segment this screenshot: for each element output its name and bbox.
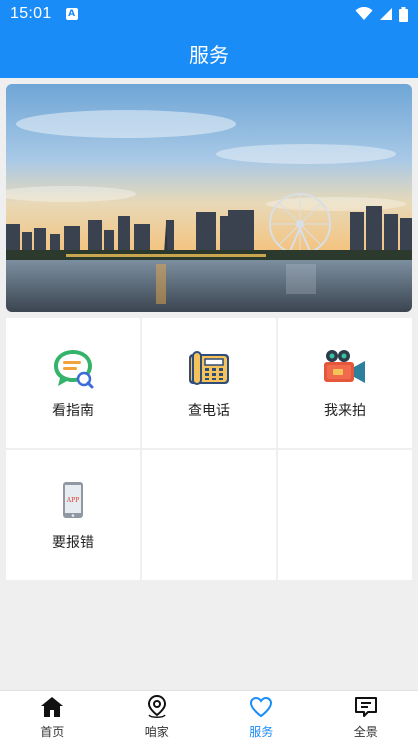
service-report[interactable]: APP 要报错 — [6, 450, 140, 580]
empty-cell — [278, 450, 412, 580]
heart-icon — [248, 695, 274, 719]
notification-icon: A — [65, 8, 78, 20]
tab-home-label: 首页 — [40, 724, 65, 739]
battery-icon — [399, 6, 408, 22]
video-camera-icon — [323, 346, 367, 390]
wifi-icon — [355, 7, 373, 20]
service-guide-label: 看指南 — [52, 403, 94, 419]
home-icon — [39, 695, 65, 719]
tab-home-town-label: 咱家 — [144, 724, 169, 739]
tab-home[interactable]: 首页 — [0, 691, 105, 743]
bottom-tab-bar: 首页 咱家 服务 全景 — [0, 690, 418, 743]
location-pin-icon — [144, 694, 170, 719]
city-skyline-photo — [6, 84, 412, 312]
message-list-icon — [353, 695, 379, 719]
service-phone[interactable]: 查电话 — [142, 318, 276, 448]
service-guide[interactable]: 看指南 — [6, 318, 140, 448]
tab-panorama[interactable]: 全景 — [314, 691, 418, 743]
chat-search-icon — [51, 346, 95, 390]
signal-icon — [380, 8, 392, 20]
empty-cell — [142, 450, 276, 580]
banner-image[interactable] — [6, 84, 412, 312]
app-badge-text: APP — [66, 497, 79, 504]
page-title: 服务 — [189, 42, 229, 67]
status-time: 15:01 — [10, 5, 52, 22]
phone-app-icon: APP — [51, 478, 95, 522]
service-report-label: 要报错 — [52, 535, 94, 551]
tab-services[interactable]: 服务 — [209, 691, 314, 743]
telephone-icon — [187, 346, 231, 390]
tab-services-label: 服务 — [249, 724, 274, 739]
tab-panorama-label: 全景 — [353, 724, 378, 739]
service-grid: 看指南 查电话 我来拍 APP 要报错 — [6, 318, 412, 580]
tab-home-town[interactable]: 咱家 — [105, 691, 210, 743]
service-phone-label: 查电话 — [188, 403, 230, 419]
service-shoot[interactable]: 我来拍 — [278, 318, 412, 448]
page-header: 服务 — [0, 28, 418, 78]
service-shoot-label: 我来拍 — [324, 403, 366, 419]
status-bar: 15:01 A — [0, 0, 418, 28]
